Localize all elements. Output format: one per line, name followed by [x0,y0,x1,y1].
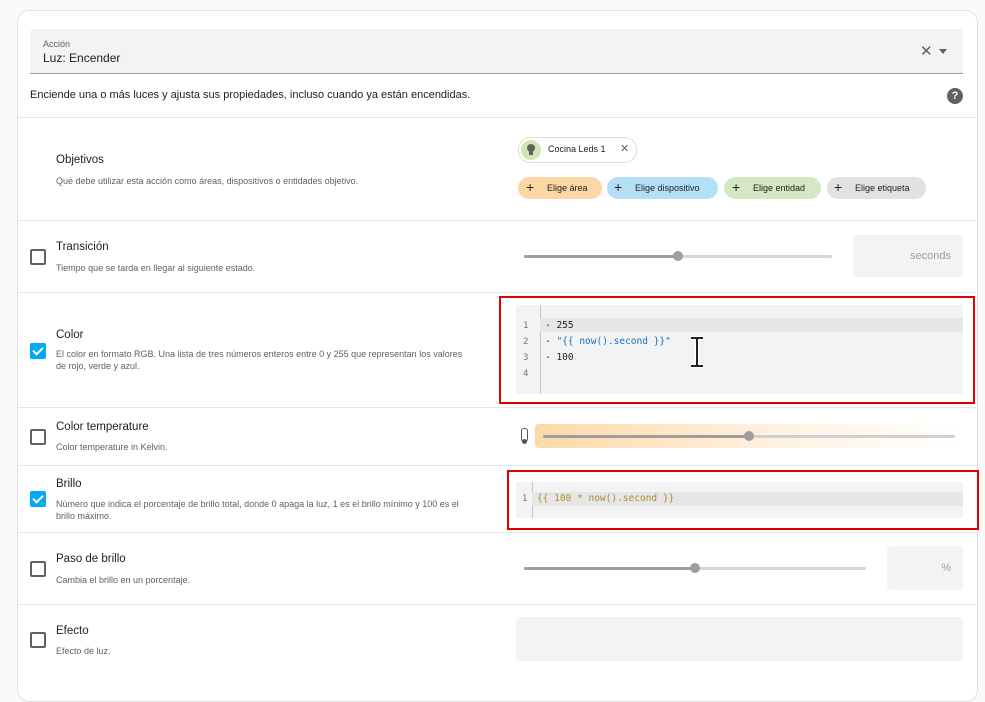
action-select-value: Luz: Encender [43,51,121,65]
choose-area-label: Elige área [547,183,588,193]
brightness-subtitle-line2: brillo máximo. [56,511,112,521]
brightness-subtitle-line1: Número que indica el porcentaje de brill… [56,499,459,509]
targets-subtitle: Qué debe utilizar esta acción como áreas… [56,176,359,186]
effect-select[interactable] [516,617,963,661]
slider-thumb[interactable] [744,431,754,441]
color-checkbox[interactable] [30,343,46,359]
highlight-box [507,470,979,530]
targets-title: Objetivos [56,154,104,166]
choose-entity-button[interactable]: + Elige entidad [724,177,821,199]
chevron-down-icon[interactable] [939,49,947,54]
action-select[interactable]: Acción Luz: Encender ✕ [30,29,963,74]
color-temperature-checkbox[interactable] [30,429,46,445]
brightness-step-checkbox[interactable] [30,561,46,577]
slider-thumb[interactable] [673,251,683,261]
brightness-title: Brillo [56,478,82,490]
color-temperature-title: Color temperature [56,421,149,433]
remove-entity-icon[interactable]: ✕ [620,142,629,155]
action-select-label: Acción [43,39,71,49]
divider [18,532,976,533]
color-subtitle-line2: de rojo, verde y azul. [56,361,140,371]
plus-icon: + [834,179,843,195]
choose-device-button[interactable]: + Elige dispositivo [607,177,718,199]
plus-icon: + [614,179,623,195]
transition-title: Transición [56,241,109,253]
slider-track [543,431,955,441]
brightness-step-percent-input[interactable]: % [887,546,963,590]
help-icon[interactable]: ? [947,88,963,104]
entity-chip-label: Cocina Leds 1 [548,144,606,154]
divider [18,407,976,408]
slider-fill [543,435,749,438]
effect-subtitle: Efecto de luz. [56,646,111,656]
divider [18,465,976,466]
highlight-box [499,296,975,404]
lightbulb-icon [521,140,541,160]
choose-label-button[interactable]: + Elige etiqueta [827,177,926,199]
effect-checkbox[interactable] [30,632,46,648]
color-subtitle-line1: El color en formato RGB. Una lista de tr… [56,349,463,359]
transition-subtitle: Tiempo que se tarda en llegar al siguien… [56,263,256,273]
brightness-step-title: Paso de brillo [56,553,126,565]
transition-slider[interactable] [524,251,832,261]
slider-fill [524,567,695,570]
divider [18,117,976,118]
choose-label-label: Elige etiqueta [855,183,910,193]
divider [18,292,976,293]
action-description: Enciende una o más luces y ajusta sus pr… [30,89,471,101]
transition-checkbox[interactable] [30,249,46,265]
brightness-checkbox[interactable] [30,491,46,507]
slider-fill [524,255,678,258]
plus-icon: + [732,179,741,195]
choose-device-label: Elige dispositivo [635,183,700,193]
effect-title: Efecto [56,625,89,637]
color-temperature-slider[interactable] [535,424,963,448]
divider [18,220,976,221]
brightness-step-subtitle: Cambia el brillo en un porcentaje. [56,575,191,585]
color-title: Color [56,329,84,341]
clear-icon[interactable]: ✕ [920,42,933,60]
thermometer-icon [521,428,528,444]
slider-thumb[interactable] [690,563,700,573]
transition-seconds-input[interactable]: seconds [853,235,963,277]
brightness-step-slider[interactable] [524,563,866,573]
plus-icon: + [526,179,535,195]
choose-entity-label: Elige entidad [753,183,806,193]
divider [18,604,976,605]
color-temperature-subtitle: Color temperature in Kelvin. [56,442,168,452]
entity-chip[interactable]: Cocina Leds 1 ✕ [518,137,637,163]
choose-area-button[interactable]: + Elige área [518,177,602,199]
